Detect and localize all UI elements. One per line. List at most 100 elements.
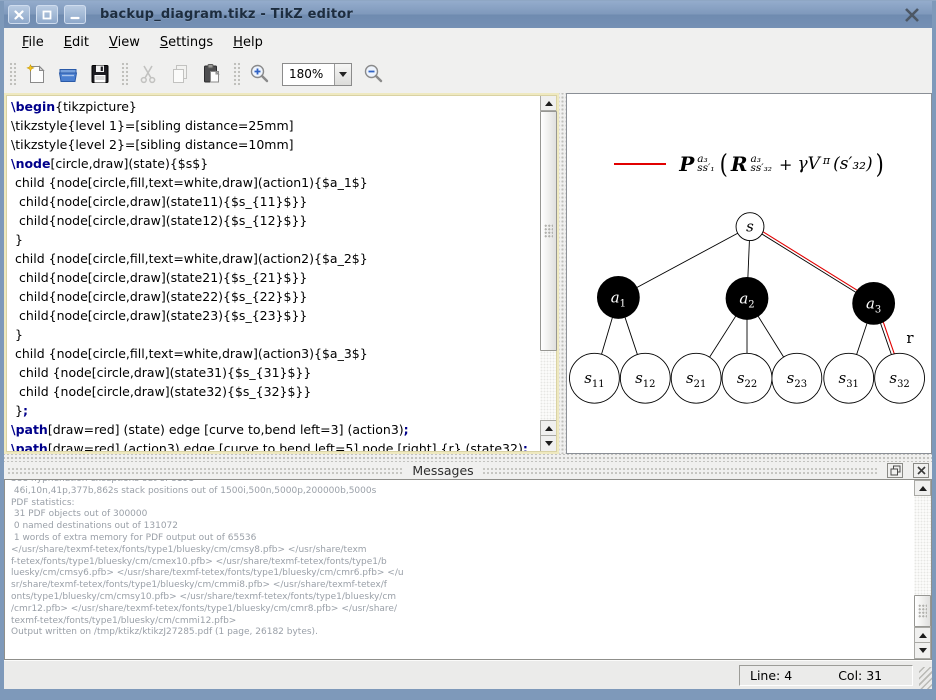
scroll-down-button[interactable] <box>914 643 931 659</box>
dock-handle[interactable] <box>482 467 879 475</box>
scroll-up-button[interactable] <box>914 627 931 643</box>
code-line: child{node[circle,draw](state11){$s_{11}… <box>11 192 540 211</box>
messages-dock-titlebar: Messages <box>4 462 932 479</box>
horizontal-splitter[interactable] <box>4 454 932 462</box>
code-line: \path[draw=red] (state) edge [curve to,b… <box>11 420 540 439</box>
new-file-button[interactable] <box>22 60 50 88</box>
arrow-down-icon <box>545 441 553 446</box>
open-file-button[interactable] <box>54 60 82 88</box>
code-line: }; <box>11 401 540 420</box>
paste-icon <box>200 62 224 86</box>
scrollbar-thumb[interactable] <box>540 111 557 351</box>
scroll-up-button[interactable] <box>914 480 931 496</box>
minimize-icon <box>70 10 80 20</box>
close-icon <box>904 8 920 22</box>
message-line: texmf-tetex/fonts/type1/bluesky/cm/cmmi1… <box>11 616 908 628</box>
toolbar-handle[interactable] <box>120 61 128 87</box>
code-line: child{node[circle,draw](state22){$s_{22}… <box>11 287 540 306</box>
code-line: \begin{tikzpicture} <box>11 97 540 116</box>
backup-diagram: sa1a2a3s11s12s21s22s23s31s32r <box>567 94 931 453</box>
message-line: 1 words of extra memory for PDF output o… <box>11 533 908 545</box>
resize-grip[interactable] <box>919 667 932 689</box>
chevron-down-icon <box>339 72 347 77</box>
messages-scrollbar[interactable] <box>914 480 931 659</box>
code-line: \node[circle,draw](state){$s$} <box>11 154 540 173</box>
arrow-down-icon <box>919 648 927 653</box>
message-line: luesky/cm/cmsy6.pfb> </usr/share/texmf-t… <box>11 568 908 580</box>
dock-handle[interactable] <box>7 467 404 475</box>
float-icon <box>890 465 901 476</box>
scroll-up-button[interactable] <box>540 95 557 111</box>
menu-help[interactable]: Help <box>223 31 273 54</box>
zoom-in-icon <box>248 62 272 86</box>
messages-dock-title: Messages <box>412 463 473 478</box>
message-line: sr/share/texmf-tetex/fonts/type1/bluesky… <box>11 580 908 592</box>
zoom-level-value: 180% <box>283 64 334 85</box>
close-button-right[interactable] <box>904 8 920 22</box>
scroll-down-button[interactable] <box>540 436 557 452</box>
menu-settings[interactable]: Settings <box>150 31 223 54</box>
maximize-button[interactable] <box>36 5 58 24</box>
arrow-up-icon <box>545 101 553 106</box>
maximize-icon <box>42 10 52 20</box>
menu-edit[interactable]: Edit <box>54 31 99 54</box>
dock-close-button[interactable] <box>913 463 929 478</box>
app-window: backup_diagram.tikz - TikZ editor File E… <box>0 0 936 700</box>
code-line: \path[draw=red] (action3) edge [curve to… <box>11 439 540 452</box>
code-line: \tikzstyle{level 1}=[sibling distance=25… <box>11 116 540 135</box>
window-title: backup_diagram.tikz - TikZ editor <box>100 7 898 22</box>
toolbar: 180% <box>4 56 932 92</box>
arrow-up-icon <box>545 426 553 431</box>
combobox-dropdown-button[interactable] <box>334 64 351 85</box>
line-indicator: Line: 4 <box>750 668 792 683</box>
editor-scrollbar[interactable] <box>540 95 557 452</box>
menu-view[interactable]: View <box>99 31 150 54</box>
arrow-up-icon <box>919 633 927 638</box>
reward-label: r <box>906 329 914 347</box>
save-button[interactable] <box>86 60 114 88</box>
close-icon <box>917 466 926 475</box>
preview-pane: P a₃ ss′₁ ( R a₃ ss′₃₂ + γV π (s′₃₂) ) s… <box>566 93 932 454</box>
vertical-splitter[interactable] <box>559 93 566 454</box>
zoom-in-button[interactable] <box>246 60 274 88</box>
scrollbar-thumb[interactable] <box>914 595 931 627</box>
titlebar: backup_diagram.tikz - TikZ editor <box>4 1 932 28</box>
code-line: child {node[circle,fill,text=white,draw]… <box>11 249 540 268</box>
zoom-out-button[interactable] <box>360 60 388 88</box>
scrollbar-track[interactable] <box>540 351 557 420</box>
code-editor-frame: \begin{tikzpicture}\tikzstyle{level 1}=[… <box>4 93 559 454</box>
paste-button[interactable] <box>198 60 226 88</box>
code-line: child {node[circle,fill,text=white,draw]… <box>11 344 540 363</box>
code-line: } <box>11 230 540 249</box>
close-button[interactable] <box>8 5 30 24</box>
copy-button[interactable] <box>166 60 194 88</box>
copy-icon <box>168 62 192 86</box>
toolbar-handle[interactable] <box>232 61 240 87</box>
code-line: \tikzstyle{level 2}=[sibling distance=10… <box>11 135 540 154</box>
toolbar-handle[interactable] <box>8 61 16 87</box>
message-line: Output written on /tmp/ktikz/ktikzJ27285… <box>11 627 908 639</box>
node-label: s <box>746 218 754 236</box>
code-line: child {node[circle,fill,text=white,draw]… <box>11 173 540 192</box>
cursor-position-panel: Line: 4 Col: 31 <box>739 665 913 686</box>
code-line: child {node[circle,draw](state32){$s_{32… <box>11 382 540 401</box>
scroll-up-button[interactable] <box>540 420 557 436</box>
code-line: } <box>11 325 540 344</box>
messages-log[interactable]: 388 hyphenation exceptions out of 8191 4… <box>5 480 914 659</box>
message-line: /cmr12.pfb> </usr/share/texmf-tetex/font… <box>11 604 908 616</box>
cut-button[interactable] <box>134 60 162 88</box>
messages-panel: 388 hyphenation exceptions out of 8191 4… <box>4 479 932 660</box>
menubar: File Edit View Settings Help <box>4 28 932 56</box>
scrollbar-track[interactable] <box>914 496 931 595</box>
menu-file[interactable]: File <box>12 31 54 54</box>
zoom-level-combobox[interactable]: 180% <box>282 63 352 86</box>
message-line: onts/type1/bluesky/cm/cmsy10.pfb> </usr/… <box>11 592 908 604</box>
column-indicator: Col: 31 <box>838 668 882 683</box>
message-line: 46i,10n,41p,377b,862s stack positions ou… <box>11 486 908 498</box>
open-folder-icon <box>56 62 80 86</box>
code-line: child {node[circle,draw](state31){$s_{31… <box>11 363 540 382</box>
main-area: \begin{tikzpicture}\tikzstyle{level 1}=[… <box>4 92 932 454</box>
minimize-button[interactable] <box>64 5 86 24</box>
dock-float-button[interactable] <box>887 463 903 478</box>
code-editor[interactable]: \begin{tikzpicture}\tikzstyle{level 1}=[… <box>6 95 540 452</box>
